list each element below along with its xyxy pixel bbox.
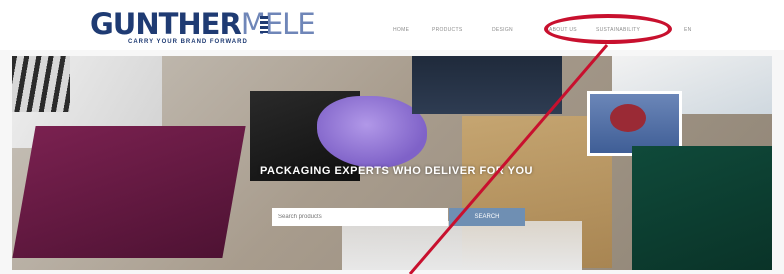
hero-navy-bag xyxy=(412,56,562,114)
search-input[interactable] xyxy=(272,208,448,226)
nav-item-language[interactable]: EN xyxy=(684,27,692,33)
hero-burgundy-box xyxy=(12,126,246,258)
logo-wordmark-light: MELE xyxy=(240,7,316,41)
hero-banner xyxy=(12,56,772,270)
nav-item-design[interactable]: DESIGN xyxy=(492,27,513,33)
search-button[interactable]: SEARCH xyxy=(449,208,525,226)
brand-tagline: CARRY YOUR BRAND FORWARD xyxy=(128,39,248,45)
hero-tree-card-tree xyxy=(610,104,646,132)
nav-item-home[interactable]: HOME xyxy=(393,27,409,33)
hero-bottom-boxes xyxy=(342,221,582,270)
logo-bars-icon xyxy=(260,16,268,33)
annotation-ellipse xyxy=(544,14,672,44)
site-header: GUNTHERMELE CARRY YOUR BRAND FORWARD HOM… xyxy=(0,0,784,50)
nav-item-products[interactable]: PRODUCTS xyxy=(432,27,462,33)
site-logo[interactable]: GUNTHERMELE xyxy=(90,7,316,41)
hero-headline: PACKAGING EXPERTS WHO DELIVER FOR YOU xyxy=(260,165,533,177)
hero-pattern-bag xyxy=(12,56,70,112)
logo-wordmark-bold: GUNTHER xyxy=(90,7,242,41)
hero-green-bag xyxy=(632,146,772,270)
